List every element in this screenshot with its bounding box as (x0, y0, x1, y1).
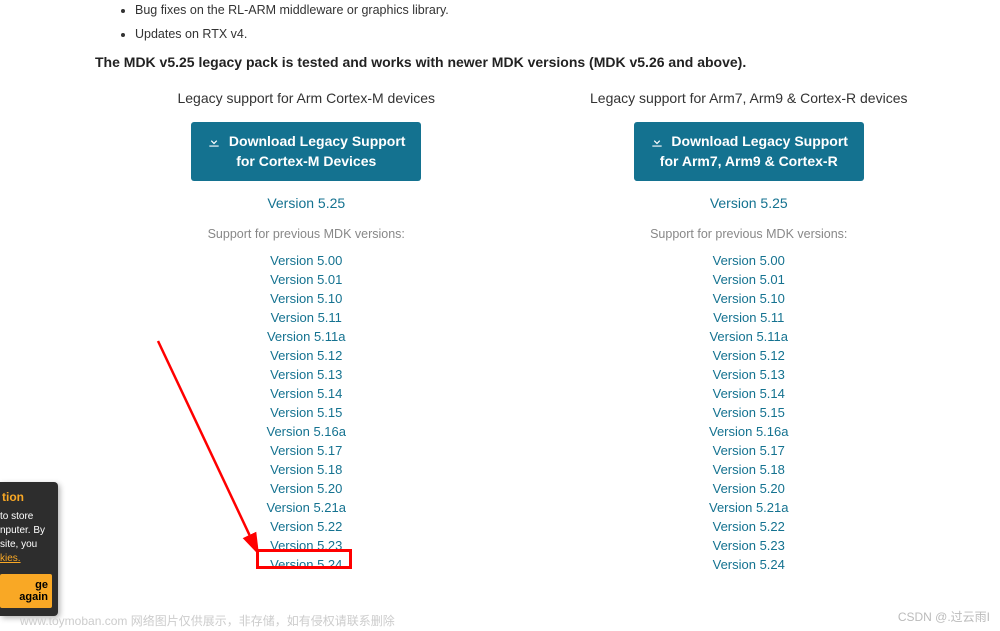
column-arm7-arm9: Legacy support for Arm7, Arm9 & Cortex-R… (538, 90, 961, 576)
version-link[interactable]: Version 5.11 (95, 310, 518, 325)
version-link[interactable]: Version 5.13 (95, 367, 518, 382)
cookie-button[interactable]: ge again (0, 574, 52, 608)
version-link[interactable]: Version 5.14 (538, 386, 961, 401)
version-link[interactable]: Version 5.24 (95, 557, 518, 572)
download-label-line2: for Arm7, Arm9 & Cortex-R (660, 153, 838, 169)
download-icon (207, 135, 221, 149)
download-button-arm7[interactable]: Download Legacy Support for Arm7, Arm9 &… (634, 122, 864, 181)
version-link[interactable]: Version 5.17 (95, 443, 518, 458)
version-link[interactable]: Version 5.11a (95, 329, 518, 344)
main-version-link[interactable]: Version 5.25 (95, 195, 518, 211)
version-list-right: Version 5.00 Version 5.01 Version 5.10 Vers… (538, 253, 961, 572)
version-link[interactable]: Version 5.23 (538, 538, 961, 553)
version-link[interactable]: Version 5.24 (538, 557, 961, 572)
version-link[interactable]: Version 5.01 (538, 272, 961, 287)
version-link[interactable]: Version 5.10 (95, 291, 518, 306)
bullet-item: Bug fixes on the RL-ARM middleware or gr… (135, 0, 960, 20)
version-link[interactable]: Version 5.11 (538, 310, 961, 325)
version-link[interactable]: Version 5.20 (95, 481, 518, 496)
version-link[interactable]: Version 5.20 (538, 481, 961, 496)
version-link[interactable]: Version 5.11a (538, 329, 961, 344)
version-link[interactable]: Version 5.21a (538, 500, 961, 515)
download-icon (650, 135, 664, 149)
version-link[interactable]: Version 5.00 (538, 253, 961, 268)
version-link[interactable]: Version 5.13 (538, 367, 961, 382)
version-link[interactable]: Version 5.18 (95, 462, 518, 477)
previous-versions-label: Support for previous MDK versions: (538, 227, 961, 241)
version-link[interactable]: Version 5.12 (95, 348, 518, 363)
cookie-title: tion (0, 490, 52, 504)
version-link[interactable]: Version 5.10 (538, 291, 961, 306)
version-link[interactable]: Version 5.16a (538, 424, 961, 439)
version-link[interactable]: Version 5.23 (95, 538, 518, 553)
version-link[interactable]: Version 5.15 (95, 405, 518, 420)
download-button-cortex-m[interactable]: Download Legacy Support for Cortex-M Dev… (191, 122, 421, 181)
cookie-text: to store nputer. By site, you kies. (0, 510, 52, 566)
footer-text: www.toymoban.com 网络图片仅供展示，非存储，如有侵权请联系删除 (20, 612, 395, 629)
main-version-link[interactable]: Version 5.25 (538, 195, 961, 211)
version-link[interactable]: Version 5.15 (538, 405, 961, 420)
download-label-line2: for Cortex-M Devices (236, 153, 376, 169)
version-list-left: Version 5.00 Version 5.01 Version 5.10 Vers… (95, 253, 518, 572)
column-title: Legacy support for Arm Cortex-M devices (95, 90, 518, 106)
download-label-line1: Download Legacy Support (229, 133, 406, 149)
version-link[interactable]: Version 5.18 (538, 462, 961, 477)
version-link[interactable]: Version 5.00 (95, 253, 518, 268)
column-cortex-m: Legacy support for Arm Cortex-M devices … (95, 90, 518, 576)
tested-note: The MDK v5.25 legacy pack is tested and … (95, 54, 960, 70)
version-link[interactable]: Version 5.21a (95, 500, 518, 515)
download-label-line1: Download Legacy Support (671, 133, 848, 149)
cookie-popup: tion to store nputer. By site, you kies.… (0, 482, 58, 616)
version-link[interactable]: Version 5.12 (538, 348, 961, 363)
version-link[interactable]: Version 5.01 (95, 272, 518, 287)
previous-versions-label: Support for previous MDK versions: (95, 227, 518, 241)
version-link[interactable]: Version 5.22 (538, 519, 961, 534)
version-link[interactable]: Version 5.16a (95, 424, 518, 439)
column-title: Legacy support for Arm7, Arm9 & Cortex-R… (538, 90, 961, 106)
watermark: CSDN @.过云雨I (898, 608, 990, 625)
version-link[interactable]: Version 5.17 (538, 443, 961, 458)
version-link[interactable]: Version 5.22 (95, 519, 518, 534)
version-link[interactable]: Version 5.14 (95, 386, 518, 401)
cookie-link[interactable]: kies. (0, 553, 21, 564)
bullet-item: Updates on RTX v4. (135, 24, 960, 44)
